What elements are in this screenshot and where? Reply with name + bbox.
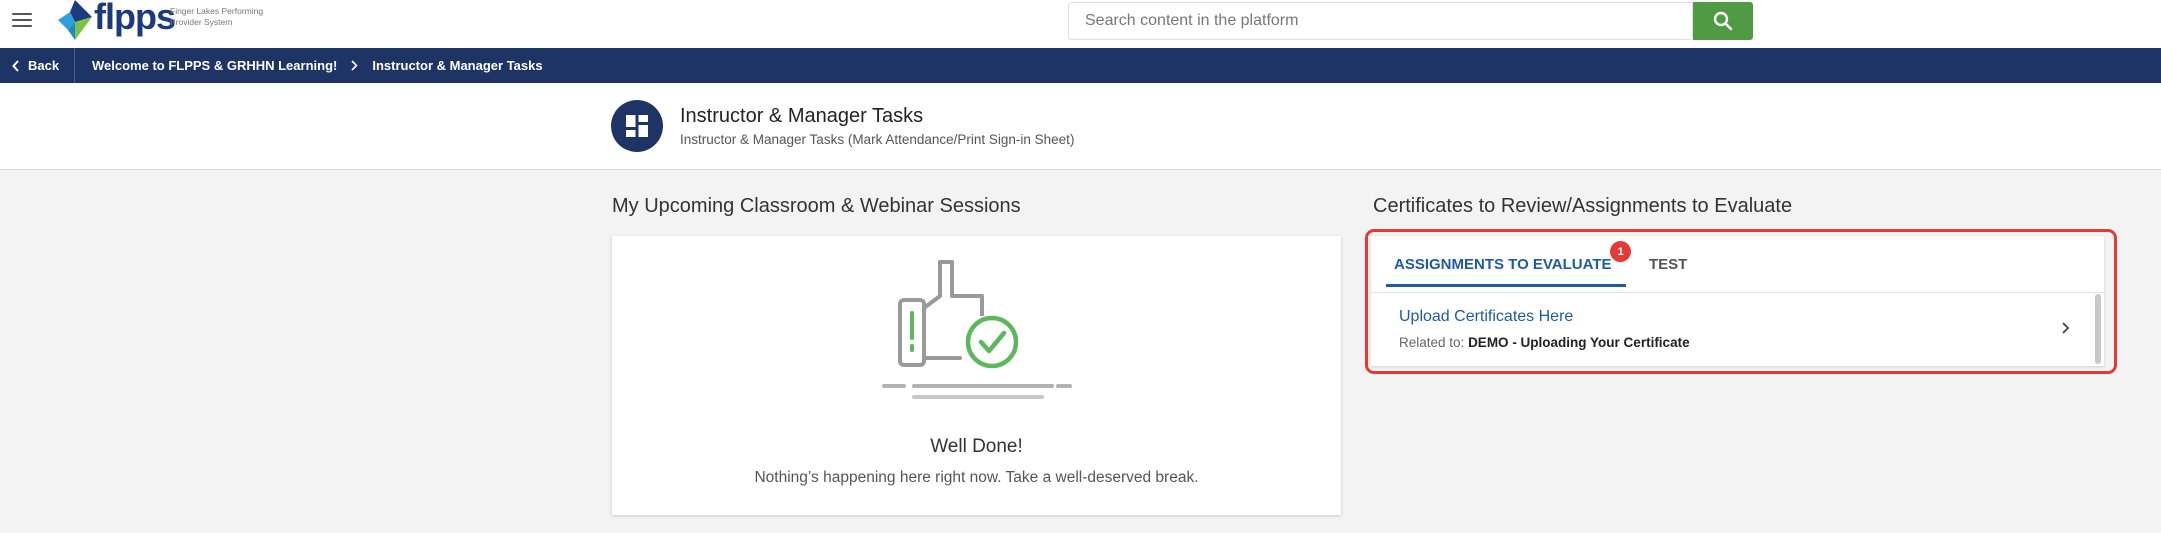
breadcrumb-current: Instructor & Manager Tasks [372, 58, 543, 73]
menu-icon[interactable] [12, 13, 32, 29]
flpps-logo-mark [58, 0, 92, 40]
search-box [1068, 2, 1694, 40]
search-icon [1713, 11, 1733, 31]
flpps-logo[interactable]: flpps Finger Lakes Performing Provider S… [58, 0, 268, 44]
empty-state-message: Nothing’s happening here right now. Take… [754, 469, 1199, 486]
item-related: Related to: DEMO - Uploading Your Certif… [1399, 335, 1690, 350]
breadcrumb-home-link[interactable]: Welcome to FLPPS & GRHHN Learning! [92, 58, 337, 73]
scrollbar[interactable] [2095, 294, 2101, 364]
chevron-right-icon [351, 60, 358, 71]
thumbs-up-check-illustration [882, 260, 1072, 388]
sessions-section-title: My Upcoming Classroom & Webinar Sessions [612, 195, 1021, 217]
page-header: Instructor & Manager Tasks Instructor & … [0, 83, 2161, 170]
related-prefix: Related to: [1399, 335, 1465, 350]
dashboard-icon [611, 100, 663, 152]
empty-state-title: Well Done! [930, 436, 1023, 457]
back-button[interactable]: Back [0, 48, 75, 83]
review-card: ASSIGNMENTS TO EVALUATE 1 TEST Upload Ce… [1371, 236, 2104, 366]
review-tabs: ASSIGNMENTS TO EVALUATE 1 TEST [1371, 236, 2104, 293]
related-value: DEMO - Uploading Your Certificate [1468, 335, 1690, 350]
breadcrumb: Welcome to FLPPS & GRHHN Learning! Instr… [92, 48, 543, 83]
active-tab-indicator [1386, 284, 1626, 287]
back-label: Back [28, 58, 60, 73]
breadcrumb-bar: Back Welcome to FLPPS & GRHHN Learning! … [0, 48, 2161, 83]
illustration-underline [912, 395, 1044, 399]
search-button[interactable] [1693, 2, 1753, 40]
page-title: Instructor & Manager Tasks [680, 105, 924, 127]
list-item[interactable]: Upload Certificates Here Related to: DEM… [1371, 294, 2091, 364]
review-section-title: Certificates to Review/Assignments to Ev… [1373, 195, 1793, 217]
chevron-right-icon[interactable] [2061, 321, 2070, 335]
page-subtitle: Instructor & Manager Tasks (Mark Attenda… [680, 132, 1075, 147]
sessions-card: Well Done! Nothing’s happening here righ… [612, 236, 1341, 515]
logo-wordmark: flpps [94, 0, 176, 37]
tab-test[interactable]: TEST [1649, 256, 1687, 273]
logo-tagline: Finger Lakes Performing Provider System [170, 6, 264, 27]
chevron-left-icon [12, 59, 19, 72]
item-title-link[interactable]: Upload Certificates Here [1399, 308, 1573, 326]
tab-assignments-to-evaluate[interactable]: ASSIGNMENTS TO EVALUATE [1394, 256, 1612, 273]
notification-badge: 1 [1610, 241, 1631, 262]
top-header: flpps Finger Lakes Performing Provider S… [0, 0, 2161, 48]
search-input[interactable] [1069, 3, 1694, 39]
